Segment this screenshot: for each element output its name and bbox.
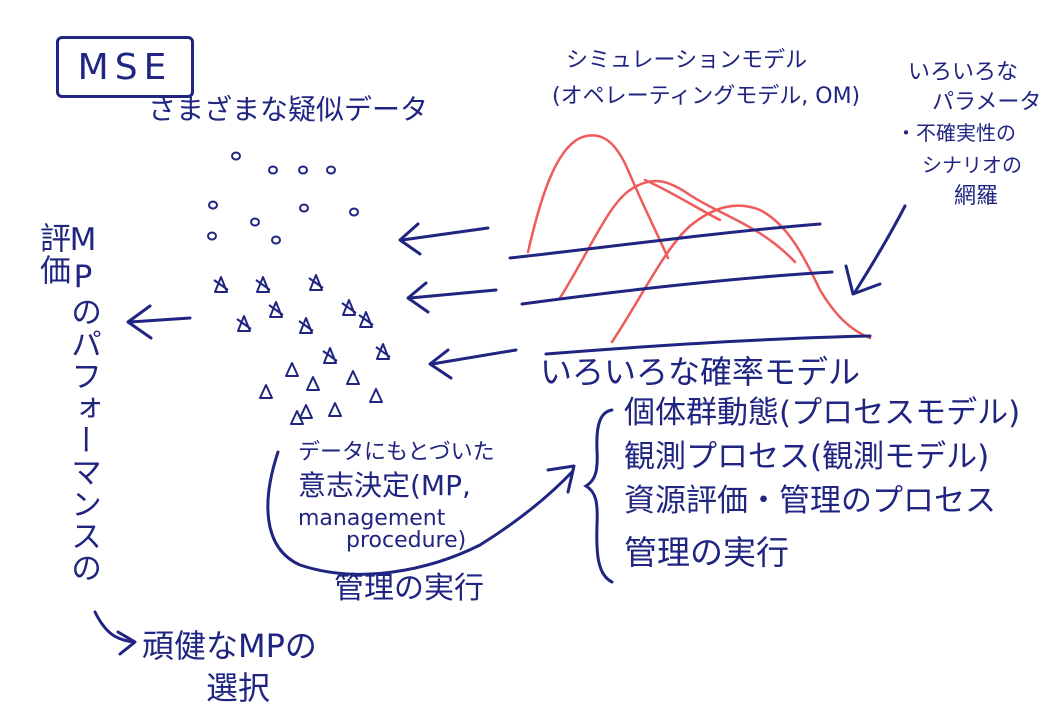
cross-marker bbox=[341, 299, 357, 316]
triangle-marker bbox=[285, 362, 299, 377]
triangle-marker bbox=[259, 384, 273, 399]
cross-marker bbox=[213, 276, 229, 293]
cross-marker bbox=[358, 311, 374, 328]
cross-marker bbox=[255, 276, 271, 293]
decision-loop-head bbox=[546, 464, 576, 494]
cross-marker bbox=[375, 343, 391, 360]
distribution-curve-3 bbox=[610, 204, 872, 344]
circle-marker bbox=[271, 235, 281, 245]
circle-marker bbox=[299, 203, 309, 213]
parameters-line1: いろいろな bbox=[908, 60, 1019, 85]
decision-line2: 意志決定(MP, bbox=[298, 469, 471, 502]
cross-marker bbox=[322, 347, 338, 364]
circle-marker bbox=[207, 231, 217, 241]
triangle-marker bbox=[369, 388, 383, 403]
data-cloud-label: さまざまな疑似データ bbox=[148, 93, 429, 126]
mp-evaluation-label: MPのパフォーマンスの評価 bbox=[34, 222, 101, 584]
decision-line4: procedure) bbox=[346, 528, 467, 553]
probability-models-label: いろいろな確率モデル bbox=[540, 353, 861, 391]
mse-diagram: MSE さまざまな疑似データ シミュレーションモデル (オペレーティングモデル,… bbox=[0, 0, 1058, 720]
parameters-arrow bbox=[853, 204, 907, 294]
arrow-to-robust-head bbox=[116, 630, 137, 656]
robust-mp-line1: 頑健なMPの bbox=[142, 627, 317, 665]
arrow-to-circles bbox=[400, 226, 490, 242]
cross-marker bbox=[308, 274, 324, 291]
parameters-line4: シナリオの bbox=[922, 153, 1022, 177]
parameters-line5: 網羅 bbox=[954, 184, 999, 209]
model-line-2 bbox=[520, 270, 834, 306]
cross-marker bbox=[268, 301, 284, 318]
management-execution-label: 管理の実行 bbox=[334, 571, 484, 606]
model-line-3 bbox=[544, 334, 872, 356]
circle-marker bbox=[268, 165, 278, 175]
circle-marker bbox=[326, 165, 336, 175]
process-item-1: 個体群動態(プロセスモデル) bbox=[624, 395, 1021, 431]
triangle-marker bbox=[306, 376, 320, 391]
circle-marker bbox=[250, 217, 260, 227]
mse-title: MSE bbox=[56, 36, 194, 98]
triangle-marker bbox=[328, 402, 342, 417]
cross-marker bbox=[236, 315, 252, 332]
process-brace bbox=[583, 408, 614, 584]
circle-marker bbox=[298, 165, 308, 175]
triangle-marker bbox=[346, 370, 360, 385]
cross-marker bbox=[298, 317, 314, 334]
process-item-2: 観測プロセス(観測モデル) bbox=[624, 439, 990, 475]
simulation-model-line2: (オペレーティングモデル, OM) bbox=[552, 84, 861, 109]
circle-marker bbox=[231, 151, 241, 161]
process-item-4: 管理の実行 bbox=[624, 533, 789, 572]
parameters-line2: パラメータ bbox=[932, 90, 1042, 115]
process-item-3: 資源評価・管理のプロセス bbox=[624, 483, 996, 519]
data-markers bbox=[207, 151, 391, 425]
decision-line1: データにもとづいた bbox=[298, 440, 495, 465]
distribution-curve-4 bbox=[643, 178, 722, 222]
triangle-marker bbox=[299, 404, 313, 419]
circle-marker bbox=[208, 200, 218, 210]
simulation-model-line1: シミュレーションモデル bbox=[566, 48, 808, 73]
robust-mp-line2: 選択 bbox=[206, 669, 271, 707]
circle-marker bbox=[349, 207, 359, 217]
parameters-line3: ・不確実性の bbox=[896, 121, 1016, 145]
distribution-curve-1 bbox=[526, 134, 670, 260]
arrow-to-crosses bbox=[408, 288, 498, 300]
arrow-to-performance bbox=[128, 316, 192, 324]
